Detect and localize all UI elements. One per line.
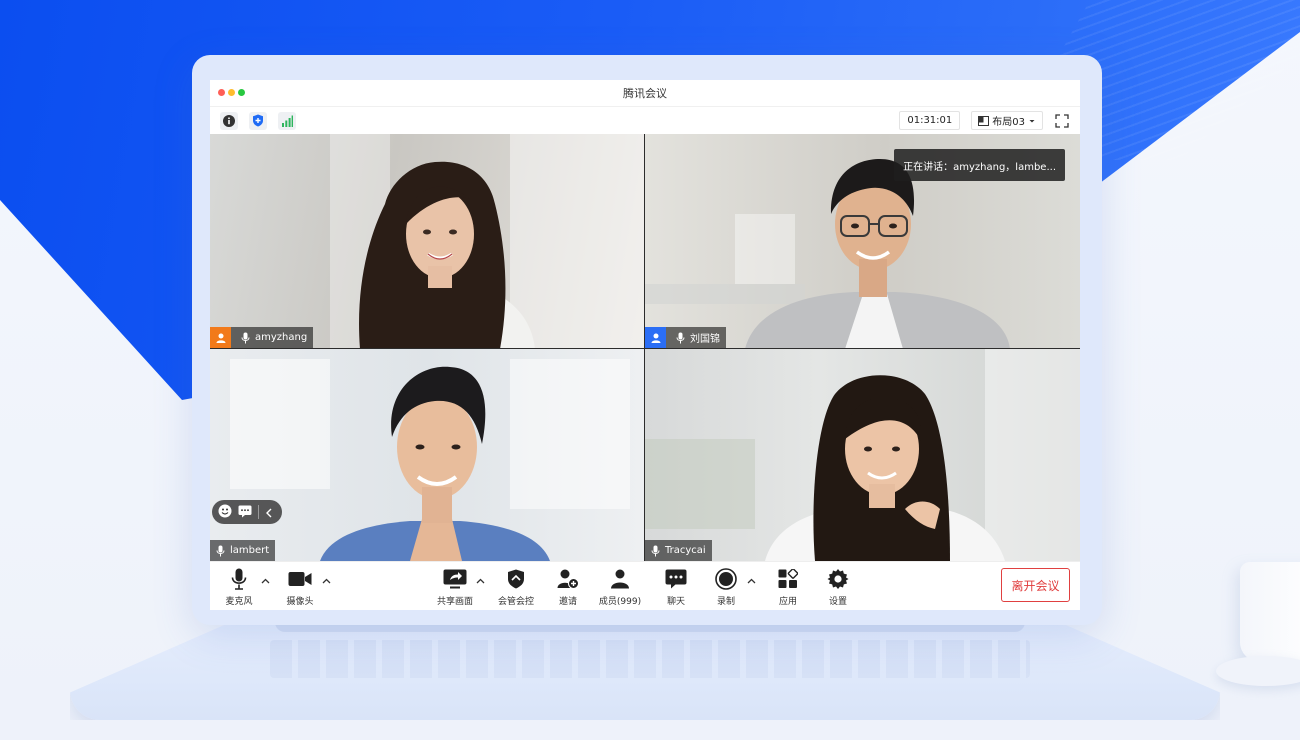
maximize-window-button[interactable] (238, 89, 245, 96)
members-button[interactable]: 成员(999) (594, 567, 646, 607)
host-avatar-icon (645, 327, 666, 348)
meeting-timer: 01:31:01 (899, 111, 961, 130)
chat-button[interactable]: 聊天 (650, 567, 702, 607)
meeting-control-label: 会管会控 (497, 597, 534, 607)
meeting-control-button[interactable]: 会管会控 (490, 567, 542, 607)
title-bar: 腾讯会议 (210, 80, 1080, 106)
background-plant (645, 439, 755, 529)
share-screen-icon (443, 567, 467, 591)
chevron-left-icon[interactable] (265, 503, 273, 522)
microphone-icon (214, 544, 226, 558)
gear-icon (826, 567, 850, 591)
record-button[interactable]: 录制 (700, 567, 752, 607)
members-icon (608, 567, 632, 591)
chevron-down-icon (1029, 119, 1035, 122)
name-tag-liuguojin: 刘国锦 (645, 327, 726, 348)
info-icon[interactable] (220, 111, 238, 130)
participant-video-lambert (320, 366, 550, 561)
layout-icon (978, 115, 990, 126)
participant-name: amyzhang (255, 332, 308, 343)
fullscreen-icon[interactable] (1054, 113, 1070, 129)
members-label: 成员(999) (598, 597, 642, 607)
emoji-icon[interactable] (218, 503, 232, 522)
microphone-icon (227, 567, 251, 591)
participant-name: Tracycai (665, 545, 706, 556)
camera-button[interactable]: 摄像头 (274, 567, 326, 607)
apps-icon (776, 567, 800, 591)
record-label: 录制 (716, 597, 735, 607)
camera-label: 摄像头 (286, 597, 314, 607)
name-tag-amyzhang: amyzhang (210, 327, 314, 348)
apps-button[interactable]: 应用 (762, 567, 814, 607)
saucer-decoration (1216, 656, 1300, 686)
apps-label: 应用 (778, 597, 797, 607)
leave-meeting-button[interactable]: 离开会议 (1001, 568, 1070, 602)
mic-label: 麦克风 (225, 597, 253, 607)
mic-button[interactable]: 麦克风 (213, 567, 265, 607)
participant-name: 刘国锦 (690, 334, 720, 345)
microphone-icon (674, 331, 686, 345)
reaction-toolbar (212, 500, 282, 524)
chat-label: 聊天 (666, 597, 685, 607)
signal-icon[interactable] (278, 111, 296, 130)
settings-label: 设置 (828, 597, 847, 607)
host-avatar-icon (210, 327, 231, 348)
invite-button[interactable]: 邀请 (542, 567, 594, 607)
speaking-indicator: 正在讲话：amyzhang，lambe... (894, 149, 1065, 181)
shield-icon[interactable] (249, 111, 267, 130)
window-title: 腾讯会议 (623, 87, 667, 100)
video-grid: amyzhang 正在讲话：amyzhang，lambe... 刘国锦 lamb… (210, 134, 1080, 561)
settings-button[interactable]: 设置 (812, 567, 864, 607)
name-tag-tracycai: Tracycai (645, 540, 712, 561)
participant-video-tracycai (765, 375, 1005, 561)
meeting-info-bar: 01:31:01 布局03 (210, 106, 1080, 134)
microphone-icon (649, 544, 661, 558)
close-window-button[interactable] (218, 89, 225, 96)
meeting-toolbar: 麦克风 摄像头 共享画面 会管会控 邀请 成员(999) 聊天 录制 应用 设置… (210, 561, 1080, 610)
share-options-chevron-up-icon[interactable] (475, 576, 485, 586)
video-tile-amyzhang[interactable]: amyzhang (210, 134, 645, 349)
shield-control-icon (504, 567, 528, 591)
message-icon[interactable] (238, 503, 252, 522)
laptop-keyboard (270, 640, 1030, 678)
layout-selector[interactable]: 布局03 (971, 111, 1043, 130)
add-user-icon (556, 567, 580, 591)
pill-divider (258, 505, 259, 519)
mic-options-chevron-up-icon[interactable] (260, 576, 270, 586)
video-camera-icon (288, 567, 312, 591)
chat-icon (664, 567, 688, 591)
window-controls (218, 89, 245, 96)
invite-label: 邀请 (558, 597, 577, 607)
record-icon (714, 567, 738, 591)
coffee-cup-decoration (1240, 562, 1300, 662)
record-options-chevron-up-icon[interactable] (746, 576, 756, 586)
video-tile-tracycai[interactable]: Tracycai (645, 349, 1080, 561)
layout-label: 布局03 (992, 117, 1025, 128)
meeting-window: 腾讯会议 01:31:01 布局03 amyzhang 正在讲话：amyzhan… (210, 80, 1080, 610)
share-screen-label: 共享画面 (436, 597, 473, 607)
video-tile-lambert[interactable]: lambert (210, 349, 645, 561)
video-tile-liuguojin[interactable]: 正在讲话：amyzhang，lambe... 刘国锦 (645, 134, 1080, 349)
participant-name: lambert (230, 545, 270, 556)
minimize-window-button[interactable] (228, 89, 235, 96)
name-tag-lambert: lambert (210, 540, 276, 561)
share-screen-button[interactable]: 共享画面 (429, 567, 481, 607)
camera-options-chevron-up-icon[interactable] (321, 576, 331, 586)
microphone-icon (239, 331, 251, 345)
participant-video-amyzhang (359, 161, 535, 348)
